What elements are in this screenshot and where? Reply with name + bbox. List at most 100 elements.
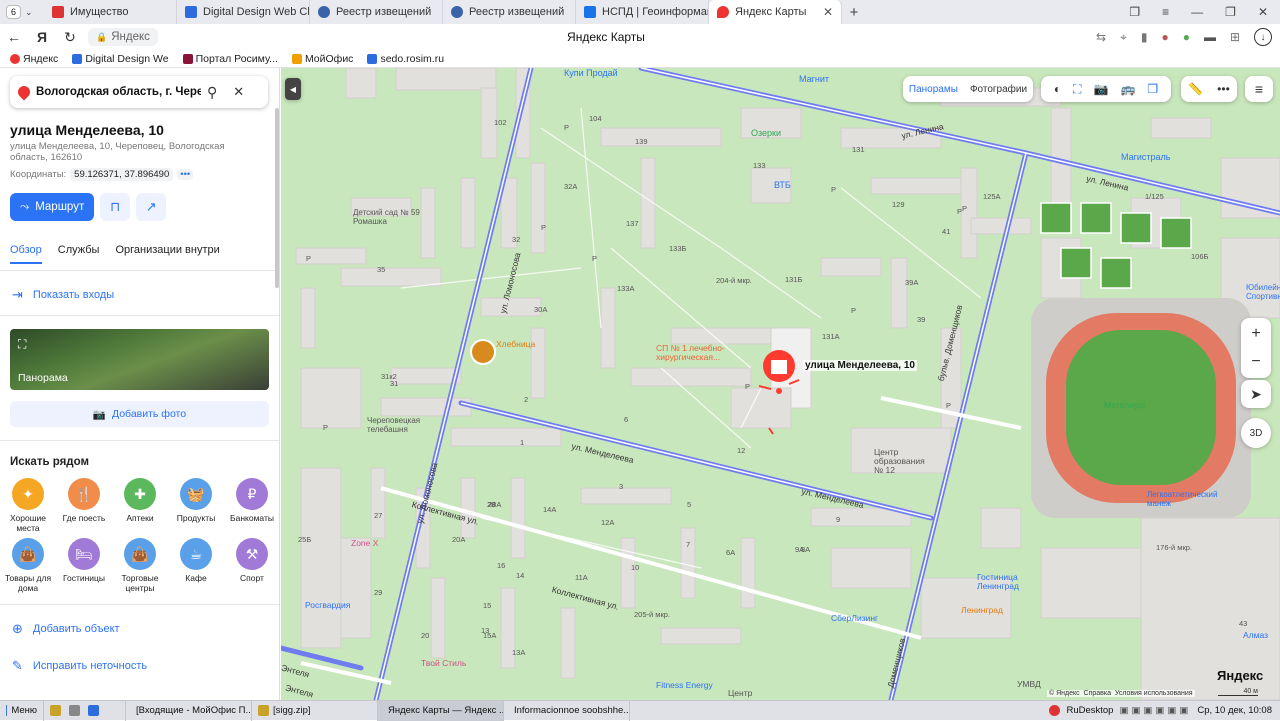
- panoramas-tab[interactable]: Панорамы: [909, 84, 958, 95]
- fix-error-link[interactable]: ✎ Исправить неточность: [12, 658, 147, 674]
- location-icon[interactable]: ⌖: [1120, 30, 1127, 45]
- bookmark-icon[interactable]: ▮: [1141, 30, 1148, 44]
- more-icon[interactable]: •••: [1217, 82, 1230, 96]
- poi-label[interactable]: Купи Продай: [564, 68, 618, 78]
- bookmark-sedo[interactable]: sedo.rosim.ru: [367, 53, 444, 65]
- minimize-icon[interactable]: —: [1191, 5, 1203, 19]
- downloads-icon[interactable]: ↓: [1254, 28, 1272, 46]
- tab-organizations[interactable]: Организации внутри: [115, 244, 219, 264]
- tab-0[interactable]: Имущество: [44, 0, 177, 24]
- poi-label[interactable]: Юбилейный Спортивный: [1246, 283, 1280, 301]
- coords-value[interactable]: 59.126371, 37.896490: [70, 168, 174, 181]
- main-menu-button[interactable]: ≡: [1245, 76, 1273, 102]
- poi-label[interactable]: Твой Стиль: [421, 658, 466, 668]
- 3d-button[interactable]: 3D: [1241, 418, 1271, 448]
- taskbar-item[interactable]: [sigg.zip]: [252, 700, 378, 721]
- menu-icon[interactable]: ≡: [1162, 5, 1169, 19]
- clear-icon[interactable]: ✕: [233, 84, 244, 100]
- poi-label[interactable]: Хлебница: [496, 340, 571, 349]
- category-pharmacy[interactable]: ✚ Аптеки: [113, 478, 167, 523]
- share-button[interactable]: ↗: [136, 193, 167, 221]
- category-food[interactable]: 🍴 Где поесть: [57, 478, 111, 523]
- folder-icon[interactable]: [50, 705, 61, 716]
- tab-counter[interactable]: 6: [6, 5, 22, 19]
- bookmark-myoffice[interactable]: МойОфис: [291, 53, 353, 65]
- poi-label[interactable]: Zone X: [351, 538, 378, 548]
- tab-5-active[interactable]: Яндекс Карты ✕: [709, 0, 842, 24]
- search-input[interactable]: [36, 86, 201, 98]
- panel-scrollbar[interactable]: [275, 108, 279, 288]
- add-photo-button[interactable]: 📷 Добавить фото: [10, 401, 269, 427]
- reader-icon[interactable]: ⊞: [1230, 30, 1240, 44]
- photos-tab[interactable]: Фотографии: [970, 84, 1027, 95]
- tab-4[interactable]: НСПД | Геоинформацио: [576, 0, 709, 24]
- reload-icon[interactable]: ↻: [56, 29, 84, 46]
- transport-icon[interactable]: 🚌: [1120, 82, 1135, 96]
- category-good-places[interactable]: ✦ Хорошие места: [1, 478, 55, 533]
- poi-label[interactable]: Fitness Energy: [656, 680, 713, 690]
- zoom-out-button[interactable]: −: [1251, 353, 1260, 371]
- tab-1[interactable]: Digital Design Web Client: [177, 0, 310, 24]
- bookmark-rosim[interactable]: Портал Росиму...: [182, 53, 278, 65]
- poi-label[interactable]: Центр: [728, 688, 752, 698]
- collapse-panel-button[interactable]: ◀: [285, 78, 301, 100]
- chevron-down-icon[interactable]: ⌄: [25, 7, 33, 18]
- poi-label[interactable]: Детский сад № 59 Ромашка: [353, 208, 423, 226]
- show-entrances-link[interactable]: ⇥ Показать входы: [12, 287, 114, 303]
- extension-icon[interactable]: ▬: [1204, 30, 1216, 44]
- extension-icon[interactable]: ●: [1183, 30, 1190, 44]
- new-tab-button[interactable]: +: [842, 4, 866, 21]
- map-copyright[interactable]: © Яндекс Справка Условия использования: [1047, 690, 1195, 697]
- ruler-icon[interactable]: 📏: [1188, 82, 1203, 96]
- poi-label[interactable]: Центр образования № 12: [874, 448, 934, 475]
- category-cafe[interactable]: ☕ Кафе: [169, 538, 223, 583]
- poi-label[interactable]: УМВД: [1017, 679, 1041, 689]
- category-home-goods[interactable]: 👜 Товары для дома: [1, 538, 55, 593]
- close-window-icon[interactable]: ✕: [1258, 5, 1268, 19]
- close-tab-icon[interactable]: ✕: [823, 5, 833, 19]
- add-object-link[interactable]: ⊕ Добавить объект: [12, 621, 120, 637]
- category-malls[interactable]: 👜 Торговые центры: [113, 538, 167, 593]
- poi-label[interactable]: Металлург: [1104, 400, 1146, 410]
- poi-label[interactable]: Легкоатлетический манеж: [1147, 490, 1237, 508]
- category-sport[interactable]: ⚒ Спорт: [225, 538, 279, 583]
- taskbar-item[interactable]: [Входящие - МойОфис П...: [126, 700, 252, 721]
- poi-label[interactable]: СберЛизинг: [831, 613, 878, 623]
- map-canvas[interactable]: [281, 68, 1280, 700]
- poi-label[interactable]: Ленинград: [961, 605, 1003, 615]
- search-icon[interactable]: ⚲: [207, 84, 217, 101]
- poi-label[interactable]: Озерки: [751, 128, 781, 138]
- panorama-preview[interactable]: ⛶ Панорама: [10, 329, 269, 390]
- taskbar-item-active[interactable]: Яндекс Карты — Яндекс ...: [378, 700, 504, 721]
- yandex-home-icon[interactable]: Я: [28, 29, 56, 45]
- poi-label[interactable]: Росгвардия: [305, 600, 350, 610]
- poi-label[interactable]: Череповецкая телебашня: [367, 416, 437, 434]
- bookmark-dd[interactable]: Digital Design We: [72, 53, 169, 65]
- clock[interactable]: Ср, 10 дек, 10:08: [1197, 705, 1272, 716]
- poi-label[interactable]: Магистраль: [1121, 152, 1171, 162]
- satellite-icon[interactable]: ◐: [1054, 82, 1061, 96]
- geolocate-button[interactable]: ➤: [1241, 380, 1271, 408]
- start-menu[interactable]: Меню: [0, 700, 44, 721]
- taskbar-item[interactable]: Informacionnoe soobshhe...: [504, 700, 630, 721]
- back-icon[interactable]: ←: [0, 29, 28, 45]
- camera-icon[interactable]: 📷: [1093, 82, 1108, 96]
- layers-icon[interactable]: ❐: [1147, 82, 1158, 96]
- poi-label[interactable]: СП № 1 лечебно-хирургическая...: [656, 344, 731, 362]
- route-button[interactable]: ⤳ Маршрут: [10, 193, 95, 221]
- tab-overview[interactable]: Обзор: [10, 244, 42, 264]
- more-icon[interactable]: •••: [177, 169, 194, 180]
- poi-label[interactable]: Алмаз: [1243, 630, 1268, 640]
- tray-label[interactable]: RuDesktop: [1066, 705, 1113, 716]
- maximize-icon[interactable]: ❐: [1225, 5, 1236, 19]
- tab-services[interactable]: Службы: [58, 244, 100, 264]
- yandex-browser-icon[interactable]: [88, 705, 99, 716]
- rudesktop-icon[interactable]: [1049, 705, 1061, 716]
- selected-place-label[interactable]: улица Менделеева, 10: [803, 360, 917, 371]
- zoom-in-button[interactable]: +: [1251, 325, 1260, 343]
- bookmark-button[interactable]: ⊓: [100, 193, 131, 221]
- poi-label[interactable]: ВТБ: [774, 180, 791, 190]
- map-area[interactable]: ул. Ломоносова ул. Ломоносова ул. Мендел…: [281, 68, 1280, 700]
- translate-icon[interactable]: ⇆: [1096, 30, 1106, 44]
- extension-icon[interactable]: ●: [1161, 30, 1168, 44]
